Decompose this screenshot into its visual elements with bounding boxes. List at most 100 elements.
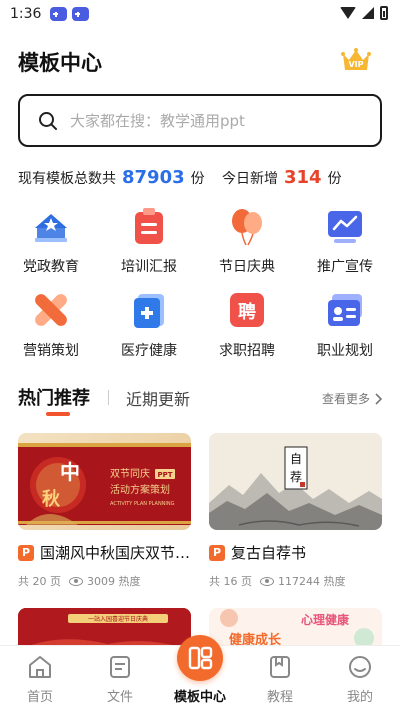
retro-landscape-artwork: 自 荐	[209, 433, 382, 530]
nav-file[interactable]: 文件	[80, 646, 160, 711]
file-icon	[110, 656, 130, 678]
category-medical[interactable]: 医疗健康	[104, 288, 194, 360]
template-thumbnail[interactable]: 中 秋 双节同庆 PPT 活动方案策划 ACTIVITY PLAN PLANNI…	[18, 433, 191, 530]
search-bar[interactable]	[18, 94, 382, 147]
heat-count: 117244 热度	[278, 575, 346, 588]
template-card-partial[interactable]: 一站入园喜迎节日庆典	[18, 608, 191, 650]
svg-text:聘: 聘	[238, 301, 256, 323]
profile-icon	[349, 656, 371, 678]
category-label: 求职招聘	[219, 343, 275, 359]
category-festival[interactable]: 节日庆典	[202, 204, 292, 276]
thumb-line-1: 双节同庆	[110, 467, 150, 480]
chart-screen-icon	[328, 211, 362, 243]
thumb-char-2: 秋	[42, 488, 61, 510]
heat-count: 3009 热度	[87, 575, 141, 588]
tab-active-indicator	[46, 412, 70, 416]
nav-profile[interactable]: 我的	[320, 646, 400, 711]
search-icon	[39, 112, 57, 130]
id-card-icon	[328, 294, 362, 326]
template-thumbnail[interactable]: 自 荐	[209, 433, 382, 530]
bandage-icon	[35, 294, 67, 326]
medical-icon	[134, 294, 164, 328]
mid-autumn-artwork: 中 秋 双节同庆 PPT 活动方案策划 ACTIVITY PLAN PLANNI…	[18, 443, 191, 525]
today-value: 314	[284, 167, 322, 188]
card-meta: 共 16 页 117244 热度	[209, 573, 346, 589]
template-icon	[188, 646, 213, 670]
tab-recent[interactable]: 近期更新	[126, 386, 190, 410]
see-more-label: 查看更多	[321, 392, 370, 406]
nav-label: 教程	[266, 690, 293, 705]
tutorial-icon	[270, 656, 290, 678]
card-title-row: P 复古自荐书	[209, 542, 389, 563]
total-value: 87903	[122, 167, 185, 188]
partial-text-1: 一站入园喜迎节日庆典	[88, 615, 148, 623]
page-count: 共 16 页	[209, 575, 252, 588]
template-center-button[interactable]	[177, 635, 223, 681]
category-recruitment[interactable]: 聘 求职招聘	[202, 288, 292, 360]
total-unit: 份	[190, 171, 205, 187]
vip-label: VIP	[348, 60, 363, 69]
gamepad-icon	[50, 7, 67, 21]
ppt-badge: P	[18, 544, 34, 561]
category-label: 培训汇报	[121, 259, 177, 275]
eye-icon	[260, 576, 274, 586]
card-meta: 共 20 页 3009 热度	[18, 573, 141, 589]
thumb-ppt: PPT	[157, 471, 172, 479]
card-title-row: P 国潮风中秋国庆双节活动方案策划	[18, 542, 198, 563]
template-card[interactable]: 自 荐 P 复古自荐书 共 16 页 117244 热度	[209, 433, 382, 588]
see-more-link[interactable]: 查看更多	[322, 390, 382, 407]
thumb-line-3: ACTIVITY PLAN PLANNING	[110, 501, 175, 507]
category-label: 营销策划	[23, 343, 79, 359]
party-icon	[35, 214, 67, 242]
nav-home[interactable]: 首页	[0, 646, 80, 711]
page-count: 共 20 页	[18, 575, 61, 588]
nav-label: 首页	[26, 690, 53, 705]
ppt-badge: P	[209, 544, 225, 561]
partial-line-1: 心理健康	[301, 612, 350, 627]
category-career[interactable]: 职业规划	[300, 288, 390, 360]
nav-tutorial[interactable]: 教程	[240, 646, 320, 711]
tab-hot[interactable]: 热门推荐	[18, 384, 90, 410]
status-time: 1:36	[10, 6, 42, 22]
category-label: 推广宣传	[317, 259, 373, 275]
template-card[interactable]: 中 秋 双节同庆 PPT 活动方案策划 ACTIVITY PLAN PLANNI…	[18, 433, 192, 588]
vip-crown-icon[interactable]: VIP	[340, 44, 372, 76]
hire-icon: 聘	[230, 293, 264, 327]
today-unit: 份	[327, 171, 342, 187]
card-title: 国潮风中秋国庆双节活动方案策划	[40, 544, 192, 562]
seal-char-2: 荐	[290, 470, 302, 484]
status-bar: 1:36	[0, 0, 400, 30]
category-marketing[interactable]: 营销策划	[6, 288, 96, 360]
card-title: 复古自荐书	[231, 544, 307, 562]
festival-artwork: 一站入园喜迎节日庆典	[18, 608, 191, 650]
category-training-report[interactable]: 培训汇报	[104, 204, 194, 276]
chevron-right-icon	[375, 392, 382, 405]
category-party-education[interactable]: 党政教育	[6, 204, 96, 276]
category-promotion[interactable]: 推广宣传	[300, 204, 390, 276]
nav-label: 我的	[346, 690, 373, 705]
wifi-icon	[340, 7, 356, 19]
total-count: 现有模板总数共 87903 份	[18, 167, 205, 188]
search-input[interactable]	[70, 110, 370, 132]
thumb-char-1: 中	[60, 460, 80, 484]
today-count: 今日新增 314 份	[222, 167, 342, 188]
template-card-partial[interactable]: 心理健康 健康成长	[209, 608, 382, 650]
page-title: 模板中心	[18, 51, 102, 75]
category-label: 医疗健康	[121, 343, 177, 359]
clipboard-icon	[135, 208, 163, 244]
eye-icon	[69, 576, 83, 586]
home-icon	[29, 656, 51, 678]
total-label: 现有模板总数共	[18, 171, 116, 187]
mental-health-artwork: 心理健康 健康成长	[209, 608, 382, 650]
section-tabs: 热门推荐 近期更新 查看更多	[18, 384, 382, 420]
today-label: 今日新增	[222, 171, 278, 187]
nav-label: 模板中心	[173, 690, 226, 705]
nav-label: 文件	[106, 690, 133, 705]
signal-icon	[362, 7, 374, 19]
status-right	[340, 6, 388, 20]
category-label: 党政教育	[23, 259, 79, 275]
category-label: 节日庆典	[219, 259, 275, 275]
tab-divider	[108, 390, 109, 405]
balloons-icon	[232, 209, 262, 246]
seal-char-1: 自	[290, 452, 302, 466]
